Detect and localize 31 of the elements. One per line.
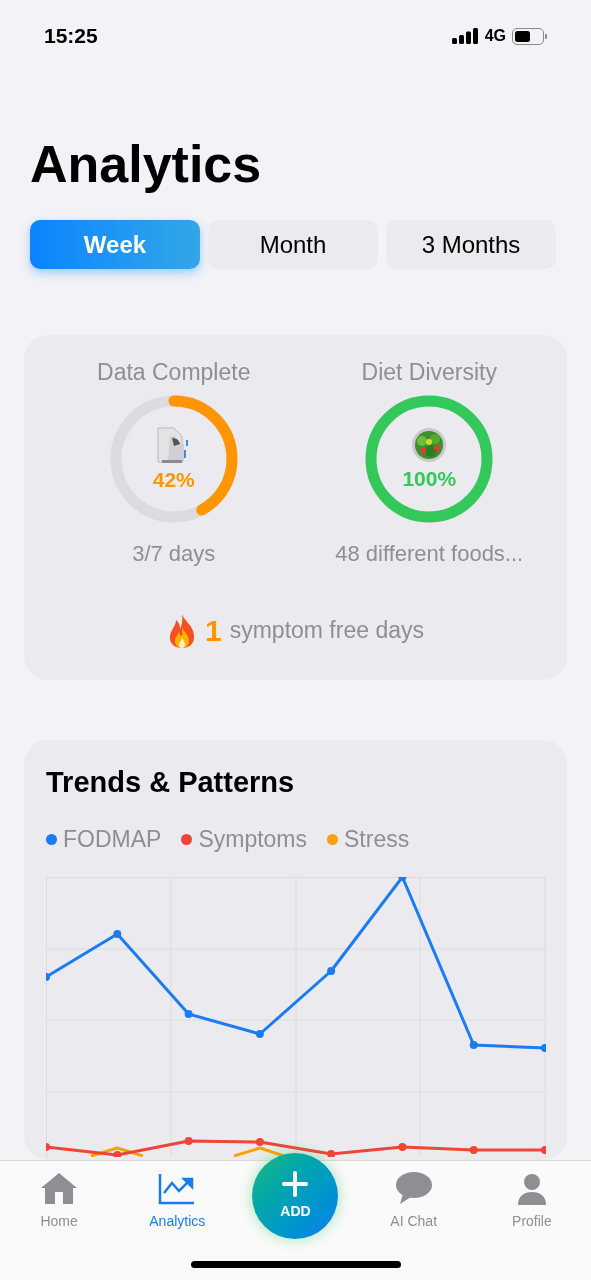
flame-icon xyxy=(167,612,197,649)
percent-label: 42% xyxy=(152,468,195,492)
plus-icon xyxy=(282,1170,309,1197)
trend-chart-icon xyxy=(158,1173,197,1205)
period-tab[interactable]: 3 Months xyxy=(386,220,556,269)
metric-caption: 48 different foods... xyxy=(335,540,524,568)
legend-label: Stress xyxy=(344,825,410,854)
page-title: Analytics xyxy=(30,134,263,195)
person-icon xyxy=(516,1173,547,1205)
metric-title: Data Complete xyxy=(97,358,251,387)
nav-tab[interactable]: Analytics xyxy=(149,1169,206,1241)
network-label: 4G xyxy=(484,26,506,46)
nav-tab[interactable]: Home xyxy=(39,1169,80,1241)
nav-tab[interactable]: Profile xyxy=(512,1169,552,1241)
legend-label: FODMAP xyxy=(63,825,162,854)
period-tab[interactable]: Month xyxy=(208,220,378,269)
battery-icon xyxy=(512,27,547,45)
percent-label: 100% xyxy=(402,467,457,491)
streak-label: symptom free days xyxy=(229,616,424,646)
streak-count: 1 xyxy=(205,613,222,649)
salad-bowl-icon xyxy=(411,427,448,463)
signal-icon xyxy=(451,28,479,44)
status-time: 15:25 xyxy=(44,23,98,50)
legend-label: Symptoms xyxy=(198,825,308,854)
nav-tab[interactable]: AI Chat xyxy=(390,1169,438,1241)
metric-title: Diet Diversity xyxy=(361,358,497,387)
card-title: Trends & Patterns xyxy=(46,765,296,800)
metric-caption: 3/7 days xyxy=(132,540,216,568)
period-tab[interactable]: Week xyxy=(30,220,200,269)
speech-bubble-icon xyxy=(394,1171,433,1205)
add-button[interactable]: ADD xyxy=(252,1153,339,1239)
